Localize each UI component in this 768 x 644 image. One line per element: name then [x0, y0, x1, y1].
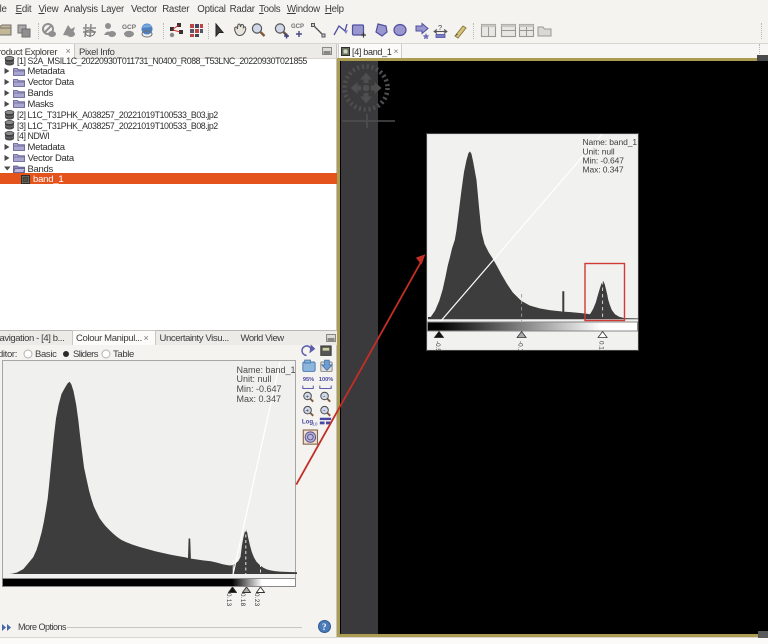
- svg-text:-0.53: -0.53: [434, 341, 441, 350]
- svg-text:-0.18: -0.18: [517, 341, 524, 350]
- svg-text:0.17: 0.17: [598, 341, 605, 350]
- svg-text:Name: band_1: Name: band_1: [583, 137, 638, 147]
- svg-text:?: ?: [322, 622, 327, 632]
- svg-text:?: ?: [438, 23, 442, 32]
- svg-text:GCP: GCP: [122, 24, 137, 31]
- svg-text:GCP: GCP: [291, 24, 304, 30]
- svg-text:Max: 0.347: Max: 0.347: [583, 164, 624, 174]
